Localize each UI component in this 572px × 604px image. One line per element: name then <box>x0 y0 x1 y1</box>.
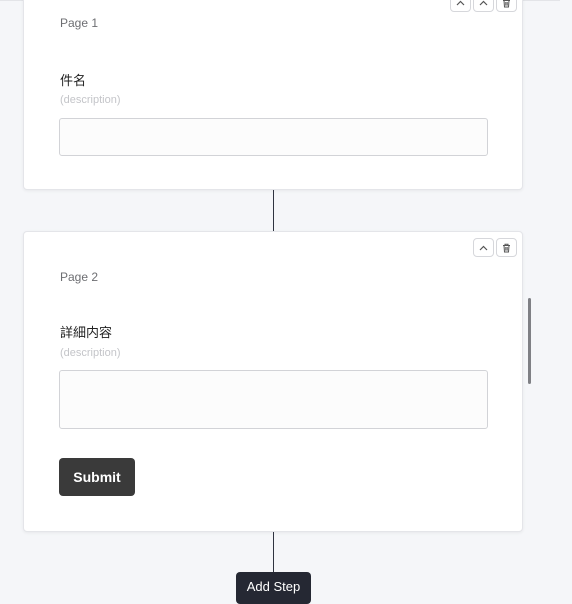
step-card-2: Page 2 詳細内容 (description) Submit <box>23 231 523 532</box>
step-1-move-up-button[interactable] <box>473 0 494 12</box>
details-textarea[interactable] <box>59 370 488 429</box>
details-field-description: (description) <box>60 347 121 359</box>
step-connector <box>273 190 274 231</box>
subject-input[interactable] <box>59 118 488 156</box>
scrollbar-thumb[interactable] <box>528 298 531 384</box>
step-1-collapse-button[interactable] <box>450 0 471 12</box>
step-1-delete-button[interactable] <box>496 0 517 12</box>
subject-field-description: (description) <box>60 94 121 106</box>
add-step-button[interactable]: Add Step <box>236 572 311 604</box>
step-connector <box>273 532 274 572</box>
chevron-up-icon <box>479 0 488 5</box>
details-field-label: 詳細内容 <box>60 325 113 340</box>
step-2-move-up-button[interactable] <box>473 238 494 257</box>
step-2-controls <box>473 238 517 257</box>
chevron-up-icon <box>479 245 488 250</box>
step-1-controls <box>450 0 517 12</box>
step-2-page-label: Page 2 <box>60 270 99 284</box>
step-2-delete-button[interactable] <box>496 238 517 257</box>
chevron-up-icon <box>456 0 465 5</box>
submit-button[interactable]: Submit <box>59 458 135 496</box>
step-1-page-label: Page 1 <box>60 16 99 30</box>
step-card-1: Page 1 件名 (description) <box>23 0 523 190</box>
trash-icon <box>503 243 510 252</box>
subject-field-label: 件名 <box>60 73 87 88</box>
trash-icon <box>503 0 510 7</box>
